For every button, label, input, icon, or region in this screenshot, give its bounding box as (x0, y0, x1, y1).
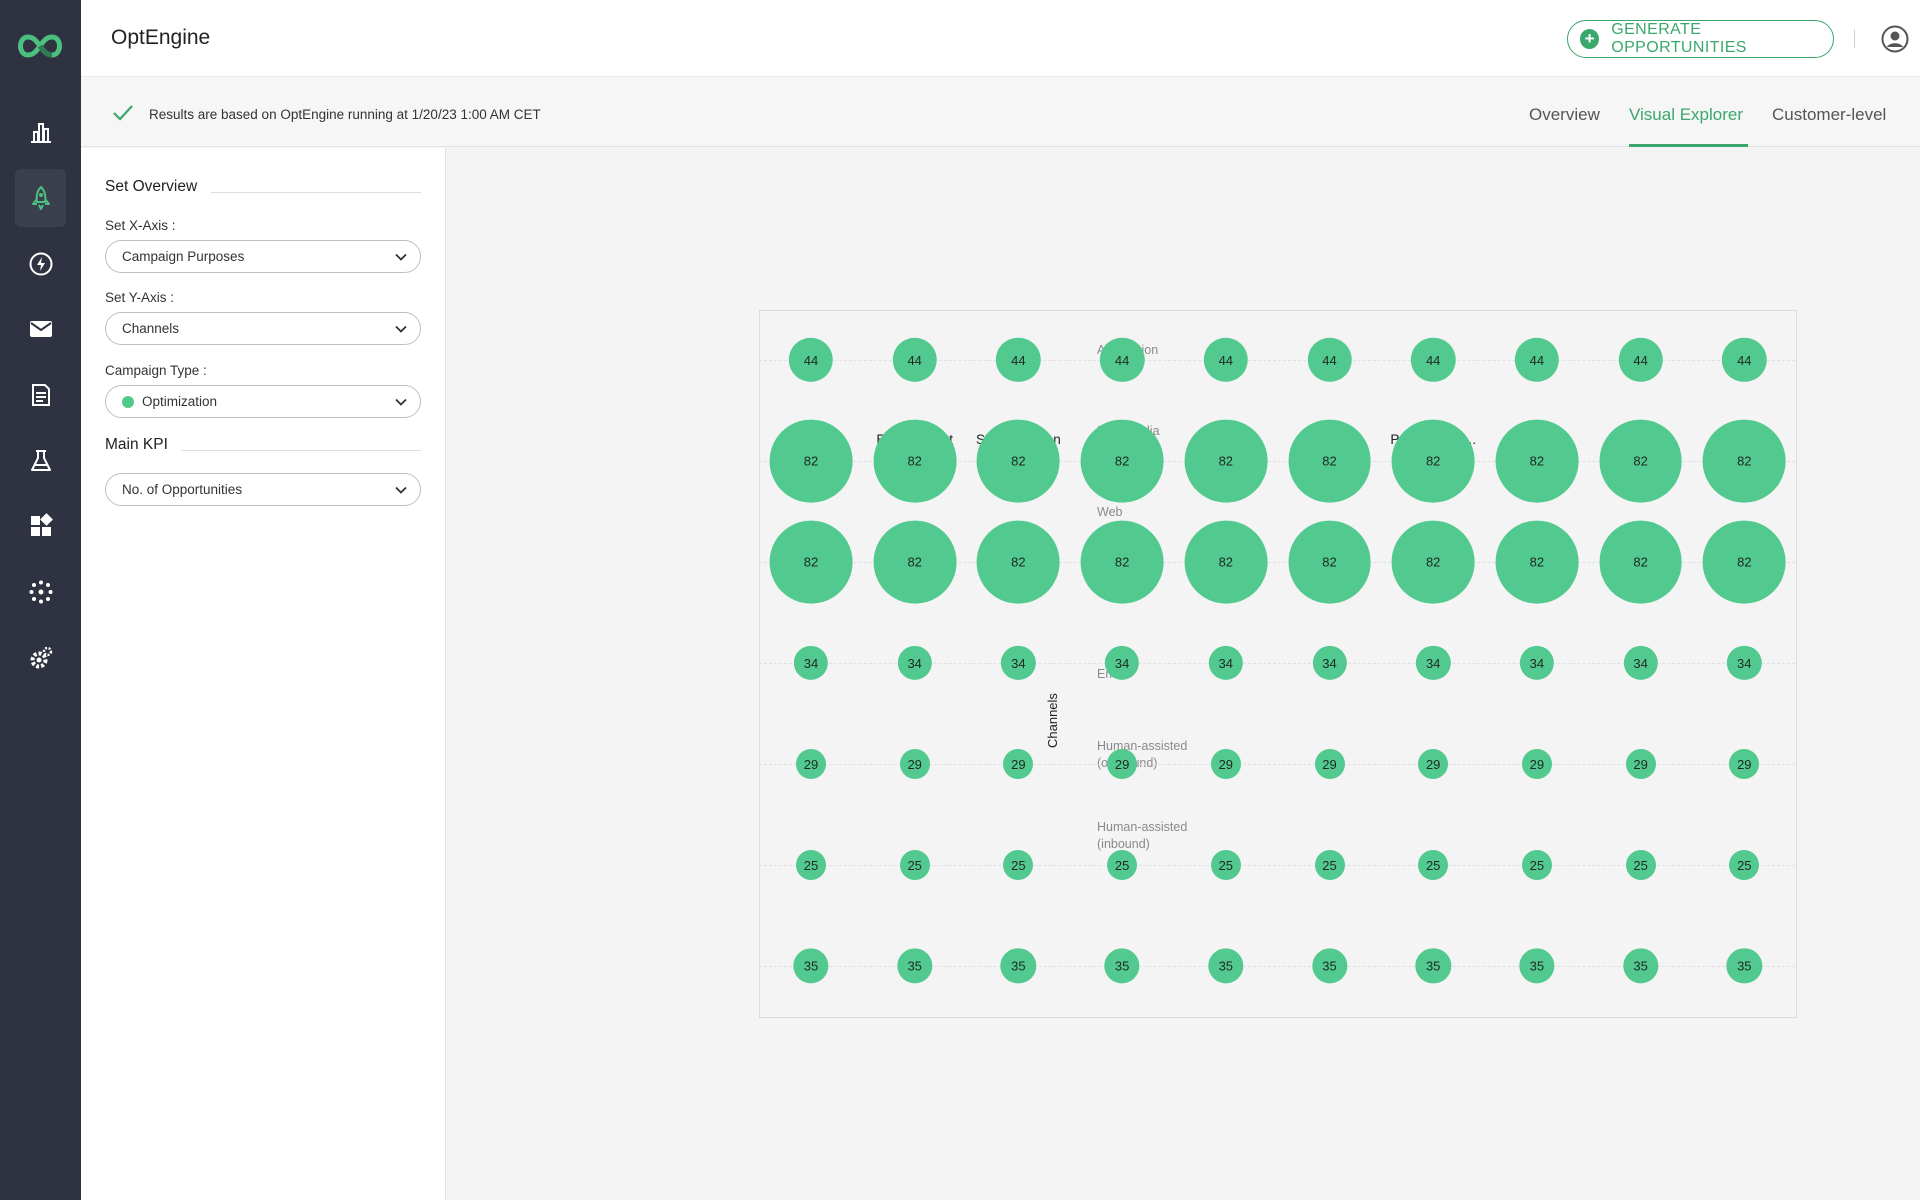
plus-icon: + (1580, 29, 1600, 49)
bubble[interactable]: 29 (1314, 749, 1345, 779)
bubble[interactable]: 82 (1599, 520, 1682, 604)
tab-overview[interactable]: Overview (1529, 105, 1600, 125)
chevron-down-icon (395, 486, 407, 494)
sidebar-item-network[interactable] (15, 563, 66, 621)
main-kpi-value: No. of Opportunities (122, 482, 243, 497)
status-text: Results are based on OptEngine running a… (149, 107, 541, 122)
bubble[interactable]: 82 (1599, 419, 1682, 503)
main-kpi-title: Main KPI (105, 436, 168, 453)
sidebar (0, 0, 81, 1200)
infinity-logo-icon (18, 34, 62, 58)
sidebar-item-settings[interactable] (15, 629, 66, 687)
bubble[interactable]: 25 (899, 850, 930, 880)
bubble[interactable]: 29 (1418, 749, 1449, 779)
bubble[interactable]: 82 (1184, 419, 1268, 503)
section-divider (181, 450, 421, 451)
lightning-icon (29, 252, 52, 276)
bubble[interactable]: 82 (1288, 419, 1371, 503)
y-axis-select[interactable]: Channels (105, 312, 421, 345)
bubble[interactable]: 82 (976, 520, 1060, 604)
x-axis-label: Set X-Axis : (105, 218, 176, 233)
bubble[interactable]: 29 (1210, 749, 1241, 779)
app-title: OptEngine (111, 26, 211, 49)
bubble[interactable]: 25 (796, 850, 826, 880)
widgets-icon (30, 513, 53, 536)
tab-visual-explorer[interactable]: Visual Explorer (1629, 105, 1743, 125)
y-axis-value: Channels (122, 321, 180, 336)
bubble[interactable]: 25 (1003, 850, 1034, 880)
header-divider (1854, 30, 1855, 48)
campaign-type-value: Optimization (142, 394, 218, 409)
sidebar-item-actions[interactable] (15, 235, 66, 293)
x-axis-select[interactable]: Campaign Purposes (105, 240, 421, 273)
bubble[interactable]: 82 (873, 520, 957, 604)
x-axis-value: Campaign Purposes (122, 249, 245, 264)
tab-customer-level[interactable]: Customer-level (1772, 105, 1886, 125)
bubble[interactable]: 25 (1625, 850, 1656, 880)
bubble[interactable]: 25 (1418, 850, 1449, 880)
bubble[interactable]: 29 (1003, 749, 1034, 779)
network-icon (29, 580, 52, 604)
gears-icon (30, 646, 52, 669)
settings-panel: Set Overview Set X-Axis : Campaign Purpo… (81, 148, 446, 1200)
bubble[interactable]: 82 (1391, 419, 1475, 503)
sidebar-item-dashboard[interactable] (15, 103, 66, 161)
sidebar-item-experiments[interactable] (15, 432, 66, 490)
bubble[interactable]: 82 (1495, 520, 1579, 604)
bubble[interactable]: 29 (1107, 749, 1138, 779)
mail-icon (29, 321, 52, 337)
bubble[interactable]: 82 (1080, 520, 1164, 604)
document-icon (31, 384, 50, 406)
bubble[interactable]: 25 (1210, 850, 1241, 880)
flask-icon (30, 450, 51, 471)
bubble[interactable]: 82 (976, 419, 1060, 503)
set-overview-title: Set Overview (105, 178, 198, 195)
chevron-down-icon (395, 253, 407, 261)
campaign-type-label: Campaign Type : (105, 363, 207, 378)
generate-opportunities-button[interactable]: + GENERATE OPPORTUNITIES (1567, 20, 1834, 58)
status-bar: Results are based on OptEngine running a… (81, 77, 1920, 147)
rocket-icon (31, 186, 50, 210)
bubble[interactable]: 82 (1080, 419, 1164, 503)
y-axis-title: Channels (1045, 693, 1060, 748)
row-label: Web (1097, 505, 1123, 519)
bubble[interactable]: 25 (1107, 850, 1138, 880)
bubble[interactable]: 82 (1288, 520, 1371, 604)
chevron-down-icon (395, 325, 407, 333)
bubble[interactable]: 82 (769, 419, 853, 503)
bubble[interactable]: 29 (899, 749, 930, 779)
bubble-chart: Channels AcquisitionEngagementService ac… (447, 148, 1920, 1200)
bubble[interactable]: 25 (1314, 850, 1345, 880)
chevron-down-icon (395, 398, 407, 406)
main-kpi-select[interactable]: No. of Opportunities (105, 473, 421, 506)
bubble[interactable]: 82 (1702, 419, 1786, 503)
sidebar-item-widgets[interactable] (15, 497, 66, 555)
bubble[interactable]: 29 (1729, 749, 1760, 779)
active-tab-indicator (1629, 144, 1748, 147)
bubble[interactable]: 82 (1184, 520, 1268, 604)
user-avatar-icon[interactable] (1881, 25, 1909, 53)
check-icon (113, 105, 133, 121)
sidebar-item-messages[interactable] (15, 300, 66, 358)
bubble[interactable]: 29 (1521, 749, 1552, 779)
campaign-type-dot-icon (122, 395, 134, 408)
bubble[interactable]: 82 (873, 419, 957, 503)
bubble[interactable]: 29 (1625, 749, 1656, 779)
bubble[interactable]: 82 (1391, 520, 1475, 604)
bubble[interactable]: 25 (1729, 850, 1760, 880)
y-axis-label: Set Y-Axis : (105, 290, 175, 305)
bubble[interactable]: 82 (1495, 419, 1579, 503)
row-label: Human-assisted (inbound) (1097, 820, 1188, 851)
top-header: OptEngine + GENERATE OPPORTUNITIES (81, 0, 1920, 77)
bubble[interactable]: 25 (1521, 850, 1552, 880)
bubble[interactable]: 82 (769, 520, 853, 604)
bubble[interactable]: 29 (796, 749, 826, 779)
campaign-type-select[interactable]: Optimization (105, 385, 421, 418)
bar-chart-icon (30, 123, 51, 143)
generate-opportunities-label: GENERATE OPPORTUNITIES (1611, 21, 1747, 56)
sidebar-item-reports[interactable] (15, 366, 66, 424)
sidebar-item-optengine[interactable] (15, 169, 66, 227)
section-divider (211, 192, 421, 193)
bubble[interactable]: 82 (1702, 520, 1786, 604)
